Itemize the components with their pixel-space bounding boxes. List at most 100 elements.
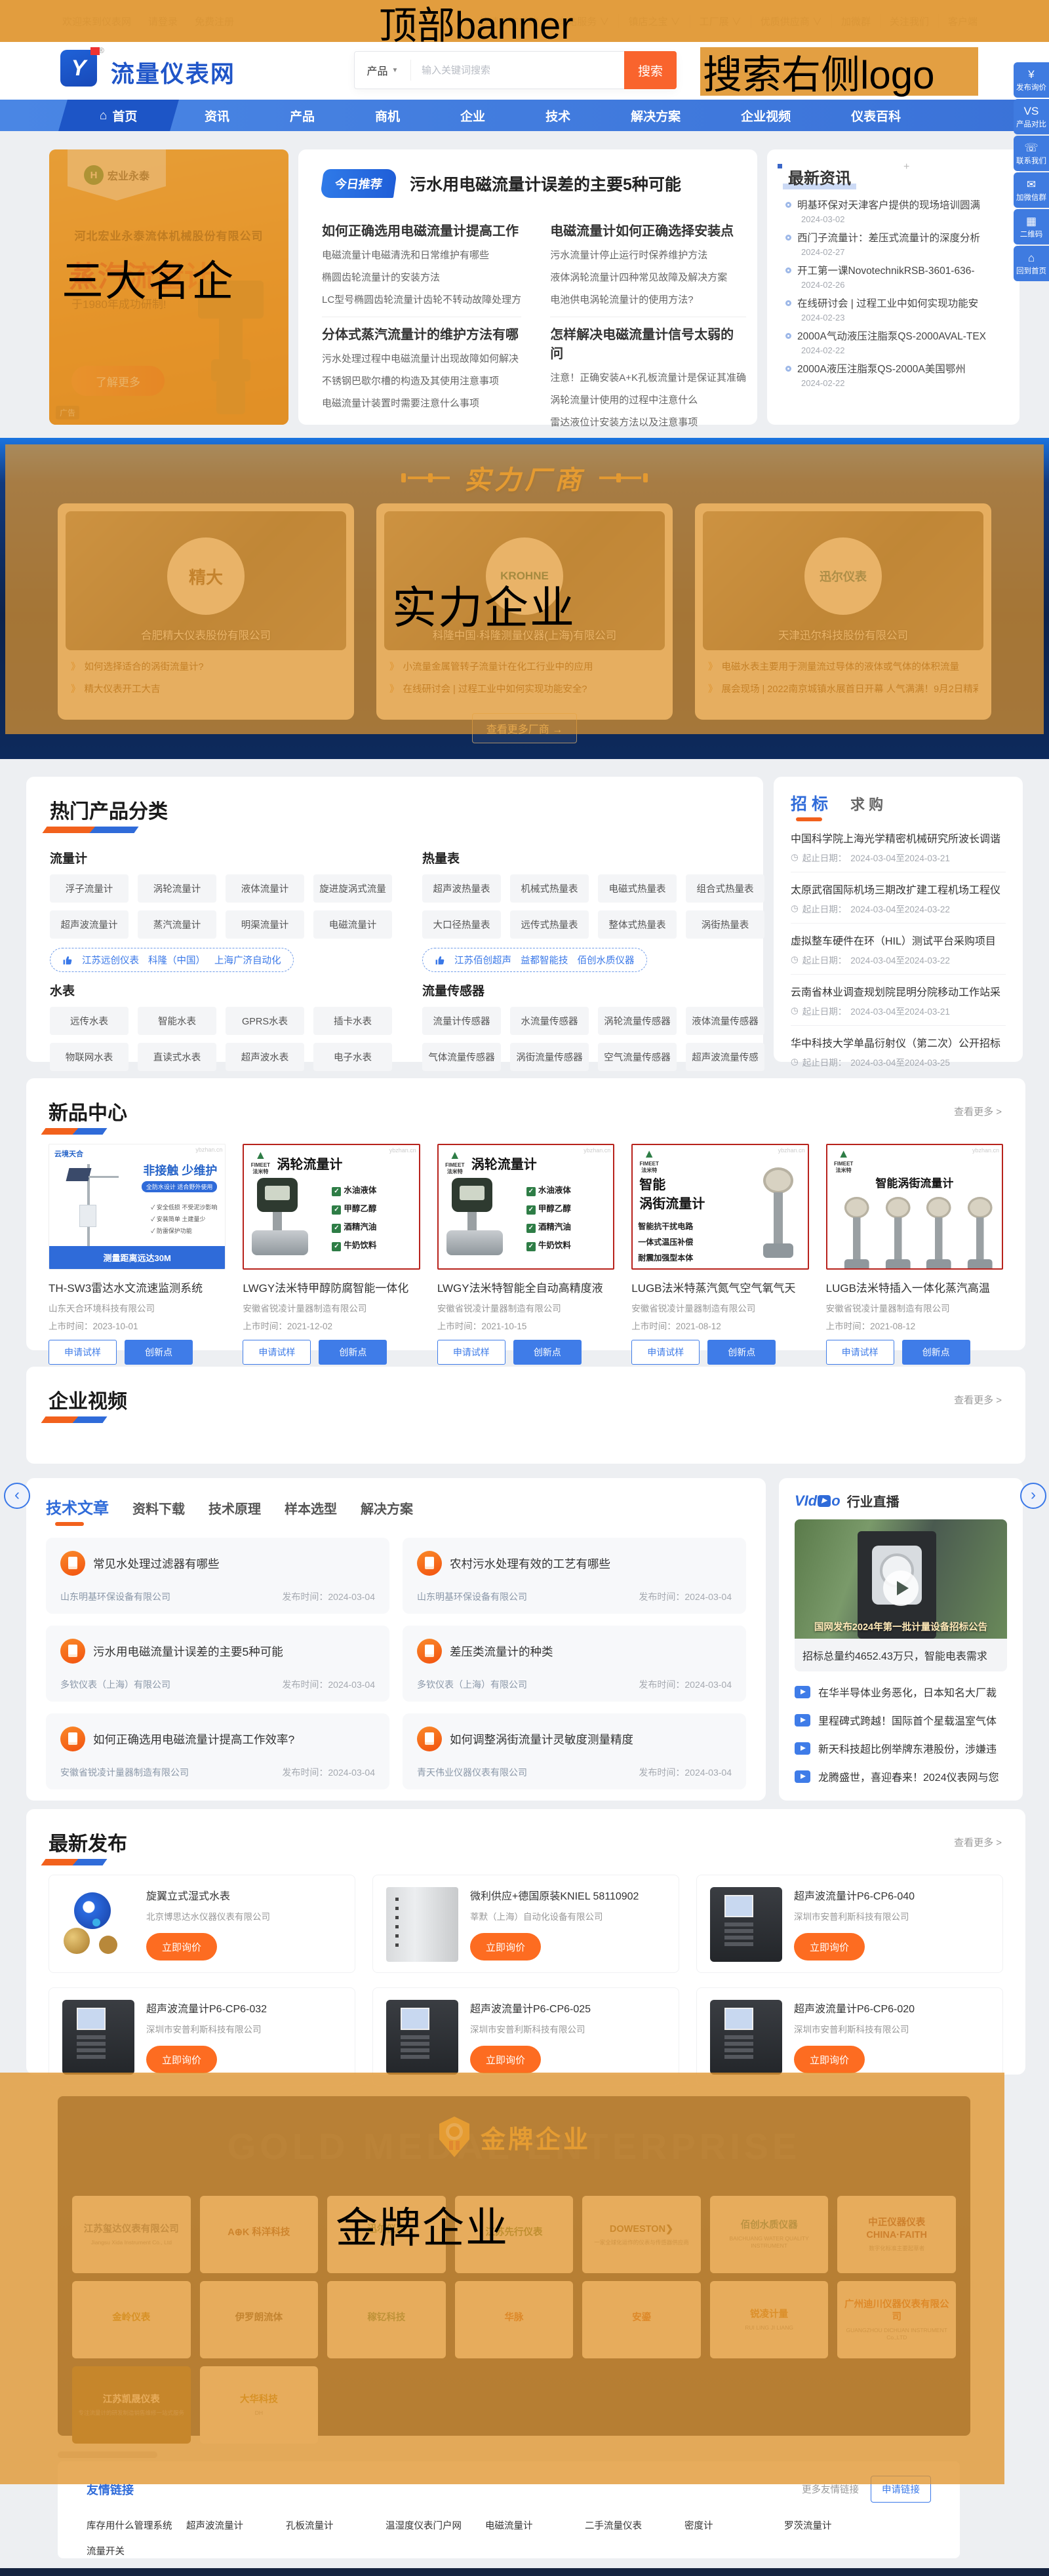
friend-link[interactable]: 超声波流量计 xyxy=(186,2518,286,2532)
live-list-item[interactable]: 龙腾盛世，喜迎春来！2024仪表网与您 xyxy=(795,1768,1007,1784)
friend-link[interactable]: 电磁流量计 xyxy=(485,2518,585,2532)
tab-tech-articles[interactable]: 技术文章 xyxy=(46,1495,109,1526)
enterprise-videos-more-link[interactable]: 查看更多 > xyxy=(954,1393,1002,1407)
strength-more-button[interactable]: 查看更多厂商 → xyxy=(472,713,577,743)
today-article-link[interactable]: 电池供电涡轮流量计的使用方法? xyxy=(550,292,746,306)
carousel-prev-button[interactable]: ‹ xyxy=(4,1483,30,1509)
sidebar-tool-button[interactable]: ✉ 加微信群 xyxy=(1014,172,1049,208)
category-tag[interactable]: 整体式热量表 xyxy=(598,910,677,939)
strength-card[interactable]: 迅尔仪表 天津迅尔科技股份有限公司 》电磁水表主要用于测量流过导体的液体或气体的… xyxy=(695,503,991,720)
tab-buying[interactable]: 求 购 xyxy=(850,793,883,814)
category-tag[interactable]: 明渠流量计 xyxy=(226,910,304,939)
category-tag[interactable]: 插卡水表 xyxy=(313,1007,392,1035)
search-category-select[interactable]: 产品 ▼ xyxy=(355,60,411,81)
category-tag[interactable]: 旋进旋涡式流量 xyxy=(313,874,392,903)
bidding-item[interactable]: 云南省林业调查规划院昆明分院移动工作站采 ◷起止日期：2024-03-04至20… xyxy=(791,975,1006,1026)
latest-product-card[interactable]: 旋翼立式湿式水表 北京博思达水仪器仪表有限公司 立即询价 xyxy=(49,1875,355,1973)
apply-sample-button[interactable]: 申请试样 xyxy=(437,1340,505,1365)
tech-tab[interactable]: 资料下载 xyxy=(132,1498,185,1517)
sidebar-tool-button[interactable]: ¥ 发布询价 xyxy=(1014,62,1049,98)
gold-company-logo[interactable]: 江苏玺达仪表有限公司 Jiangsu Xida Instrument Co., … xyxy=(72,2196,191,2273)
category-tag[interactable]: 气体流量传感器 xyxy=(422,1043,501,1071)
gold-company-logo[interactable]: DOWESTON❯ 一家全球化运作的仪表与传感器供应商 xyxy=(582,2196,701,2273)
category-tag[interactable]: 组合式热量表 xyxy=(686,874,764,903)
latest-product-card[interactable]: 超声波流量计P6-CP6-040 深圳市安普利斯科技有限公司 立即询价 xyxy=(696,1875,1003,1973)
tech-tab[interactable]: 解决方案 xyxy=(361,1498,413,1517)
article-card[interactable]: 如何正确选用电磁流量计提高工作效率? 安徽省锐凌计量器制造有限公司 发布时间：2… xyxy=(46,1713,389,1789)
inquiry-button[interactable]: 立即询价 xyxy=(146,2046,217,2073)
gold-company-logo[interactable]: 广州迪川仪器仪表有限公司 GUANGZHOU DICHUAN INSTRUMEN… xyxy=(837,2281,956,2358)
today-group-title[interactable]: 电磁流量计如何正确选择安装点 xyxy=(550,220,746,239)
bidding-item[interactable]: 虚拟整车硬件在环（HIL）测试平台采购项目 ◷起止日期：2024-03-04至2… xyxy=(791,924,1006,975)
live-video-description[interactable]: 招标总量约4652.43万只，智能电表需求 xyxy=(795,1639,1007,1671)
friend-link[interactable]: 二手流量仪表 xyxy=(585,2518,684,2532)
today-article-link[interactable]: 电磁流量计装置时需要注意什么事项 xyxy=(322,396,521,410)
sidebar-tool-button[interactable]: ☏ 联系我们 xyxy=(1014,136,1049,171)
topbar-right-link[interactable]: 关注我们 xyxy=(880,14,938,28)
play-button-icon[interactable] xyxy=(883,1571,919,1606)
live-list-item[interactable]: 新天科技超比例举牌东港股份，涉嫌违 xyxy=(795,1740,1007,1756)
recommend-company[interactable]: 上海广济自动化 xyxy=(214,953,281,967)
category-tag[interactable]: 涡轮流量计 xyxy=(138,874,216,903)
article-card[interactable]: 差压类流量计的种类 多钦仪表（上海）有限公司 发布时间：2024-03-04 xyxy=(403,1626,746,1702)
tab-bidding[interactable]: 招 标 xyxy=(791,791,828,821)
topbar-right-link[interactable]: 快速发布求购 xyxy=(470,14,547,28)
nav-item[interactable]: 解决方案 xyxy=(601,100,711,131)
category-tag[interactable]: 直读式水表 xyxy=(138,1043,216,1071)
topbar-right-link[interactable]: 本站服务 ∨ xyxy=(547,14,618,28)
strength-news-link[interactable]: 》精大仪表开工大吉 xyxy=(71,682,341,695)
product-card[interactable]: ybzhan.cn ▲FIMEET法米特 智能涡街流量计 LUGB法米特插入一体… xyxy=(826,1144,1003,1365)
product-card[interactable]: ybzhan.cn ▲FIMEET法米特 智能 涡街流量计 智能抗干扰电路 一体… xyxy=(631,1144,808,1365)
article-company[interactable]: 多钦仪表（上海）有限公司 xyxy=(417,1678,527,1691)
topbar-right-link[interactable]: 加微群 xyxy=(831,14,880,28)
sidebar-tool-button[interactable]: ⌂ 回到首页 xyxy=(1014,246,1049,281)
category-tag[interactable]: 远传式热量表 xyxy=(510,910,589,939)
product-card[interactable]: ybzhan.cn ▲FIMEET法米特 涡轮流量计 ✓水油液体 ✓甲醇乙醇 ✓… xyxy=(243,1144,420,1365)
category-tag[interactable]: GPRS水表 xyxy=(226,1007,304,1035)
nav-item[interactable]: 商机 xyxy=(345,100,430,131)
apply-link-button[interactable]: 申请链接 xyxy=(871,2476,931,2503)
gold-company-logo[interactable]: 稼钇科技 xyxy=(327,2281,446,2358)
gold-company-logo[interactable]: 江苏先行仪表 xyxy=(455,2196,574,2273)
sidebar-tool-button[interactable]: ▦ 二维码 xyxy=(1014,209,1049,244)
live-list-item[interactable]: 里程碑式跨越！国际首个星载温室气体 xyxy=(795,1712,1007,1728)
recommend-company[interactable]: 江苏远创仪表 xyxy=(82,953,139,967)
today-article-link[interactable]: 液体涡轮流量计四种常见故障及解决方案 xyxy=(550,270,746,284)
inquiry-button[interactable]: 立即询价 xyxy=(794,2046,865,2073)
category-tag[interactable]: 液体流量计 xyxy=(226,874,304,903)
category-tag[interactable]: 电磁式热量表 xyxy=(598,874,677,903)
ad-cta-button[interactable]: 了解更多 xyxy=(71,366,165,396)
article-card[interactable]: 农村污水处理有效的工艺有哪些 山东明基环保设备有限公司 发布时间：2024-03… xyxy=(403,1538,746,1614)
search-input[interactable] xyxy=(411,65,625,76)
topbar-right-link[interactable]: 客户端 xyxy=(938,14,987,28)
today-article-link[interactable]: 电磁流量计电磁清洗和日常维护有哪些 xyxy=(322,248,521,262)
today-article-link[interactable]: 污水流量计停止运行时保养维护方法 xyxy=(550,248,746,262)
category-tag[interactable]: 流量计传感器 xyxy=(422,1007,501,1035)
today-group-title[interactable]: 如何正确选用电磁流量计提高工作 xyxy=(322,220,521,239)
new-products-more-link[interactable]: 查看更多 > xyxy=(954,1104,1002,1118)
inquiry-button[interactable]: 立即询价 xyxy=(470,2046,541,2073)
category-tag[interactable]: 空气流量传感器 xyxy=(598,1043,677,1071)
category-tag[interactable]: 远传水表 xyxy=(50,1007,129,1035)
article-card[interactable]: 如何调整涡街流量计灵敏度测量精度 青天伟业仪器仪表有限公司 发布时间：2024-… xyxy=(403,1713,746,1789)
today-article-link[interactable]: 涡轮流量计使用的过程中注意什么 xyxy=(550,393,746,406)
gold-company-logo[interactable]: 迅尔仪表 Sure xyxy=(327,2196,446,2273)
innovation-button[interactable]: 创新点 xyxy=(707,1340,776,1365)
category-tag[interactable]: 智能水表 xyxy=(138,1007,216,1035)
today-article-link[interactable]: 不锈钢巴歇尔槽的构造及其使用注意事项 xyxy=(322,374,521,387)
category-tag[interactable]: 涡街热量表 xyxy=(686,910,764,939)
recommend-pill[interactable]: 江苏远创仪表科隆（中国）上海广济自动化 xyxy=(50,948,294,972)
nav-item[interactable]: 技术 xyxy=(515,100,601,131)
apply-sample-button[interactable]: 申请试样 xyxy=(826,1340,894,1365)
bidding-item[interactable]: 华中科技大学单晶衍射仪（第二次）公开招标 ◷起止日期：2024-03-04至20… xyxy=(791,1026,1006,1076)
today-article-link[interactable]: 注意！正确安装A+K孔板流量计是保证其准确 xyxy=(550,370,746,384)
category-tag[interactable]: 浮子流量计 xyxy=(50,874,129,903)
friend-link[interactable]: 温湿度仪表门户网 xyxy=(386,2518,485,2532)
category-tag[interactable]: 蒸汽流量计 xyxy=(138,910,216,939)
login-link[interactable]: 请登录 xyxy=(148,14,178,28)
news-item[interactable]: 2000A气动液压注脂泵QS-2000AVAL-TEX 2024-02-22 xyxy=(785,328,1001,355)
strength-news-link[interactable]: 》小流量金属管转子流量计在化工行业中的应用 xyxy=(389,659,660,673)
article-card[interactable]: 污水用电磁流量计误差的主要5种可能 多钦仪表（上海）有限公司 发布时间：2024… xyxy=(46,1626,389,1702)
inquiry-button[interactable]: 立即询价 xyxy=(470,1933,541,1961)
category-tag[interactable]: 水流量传感器 xyxy=(510,1007,589,1035)
